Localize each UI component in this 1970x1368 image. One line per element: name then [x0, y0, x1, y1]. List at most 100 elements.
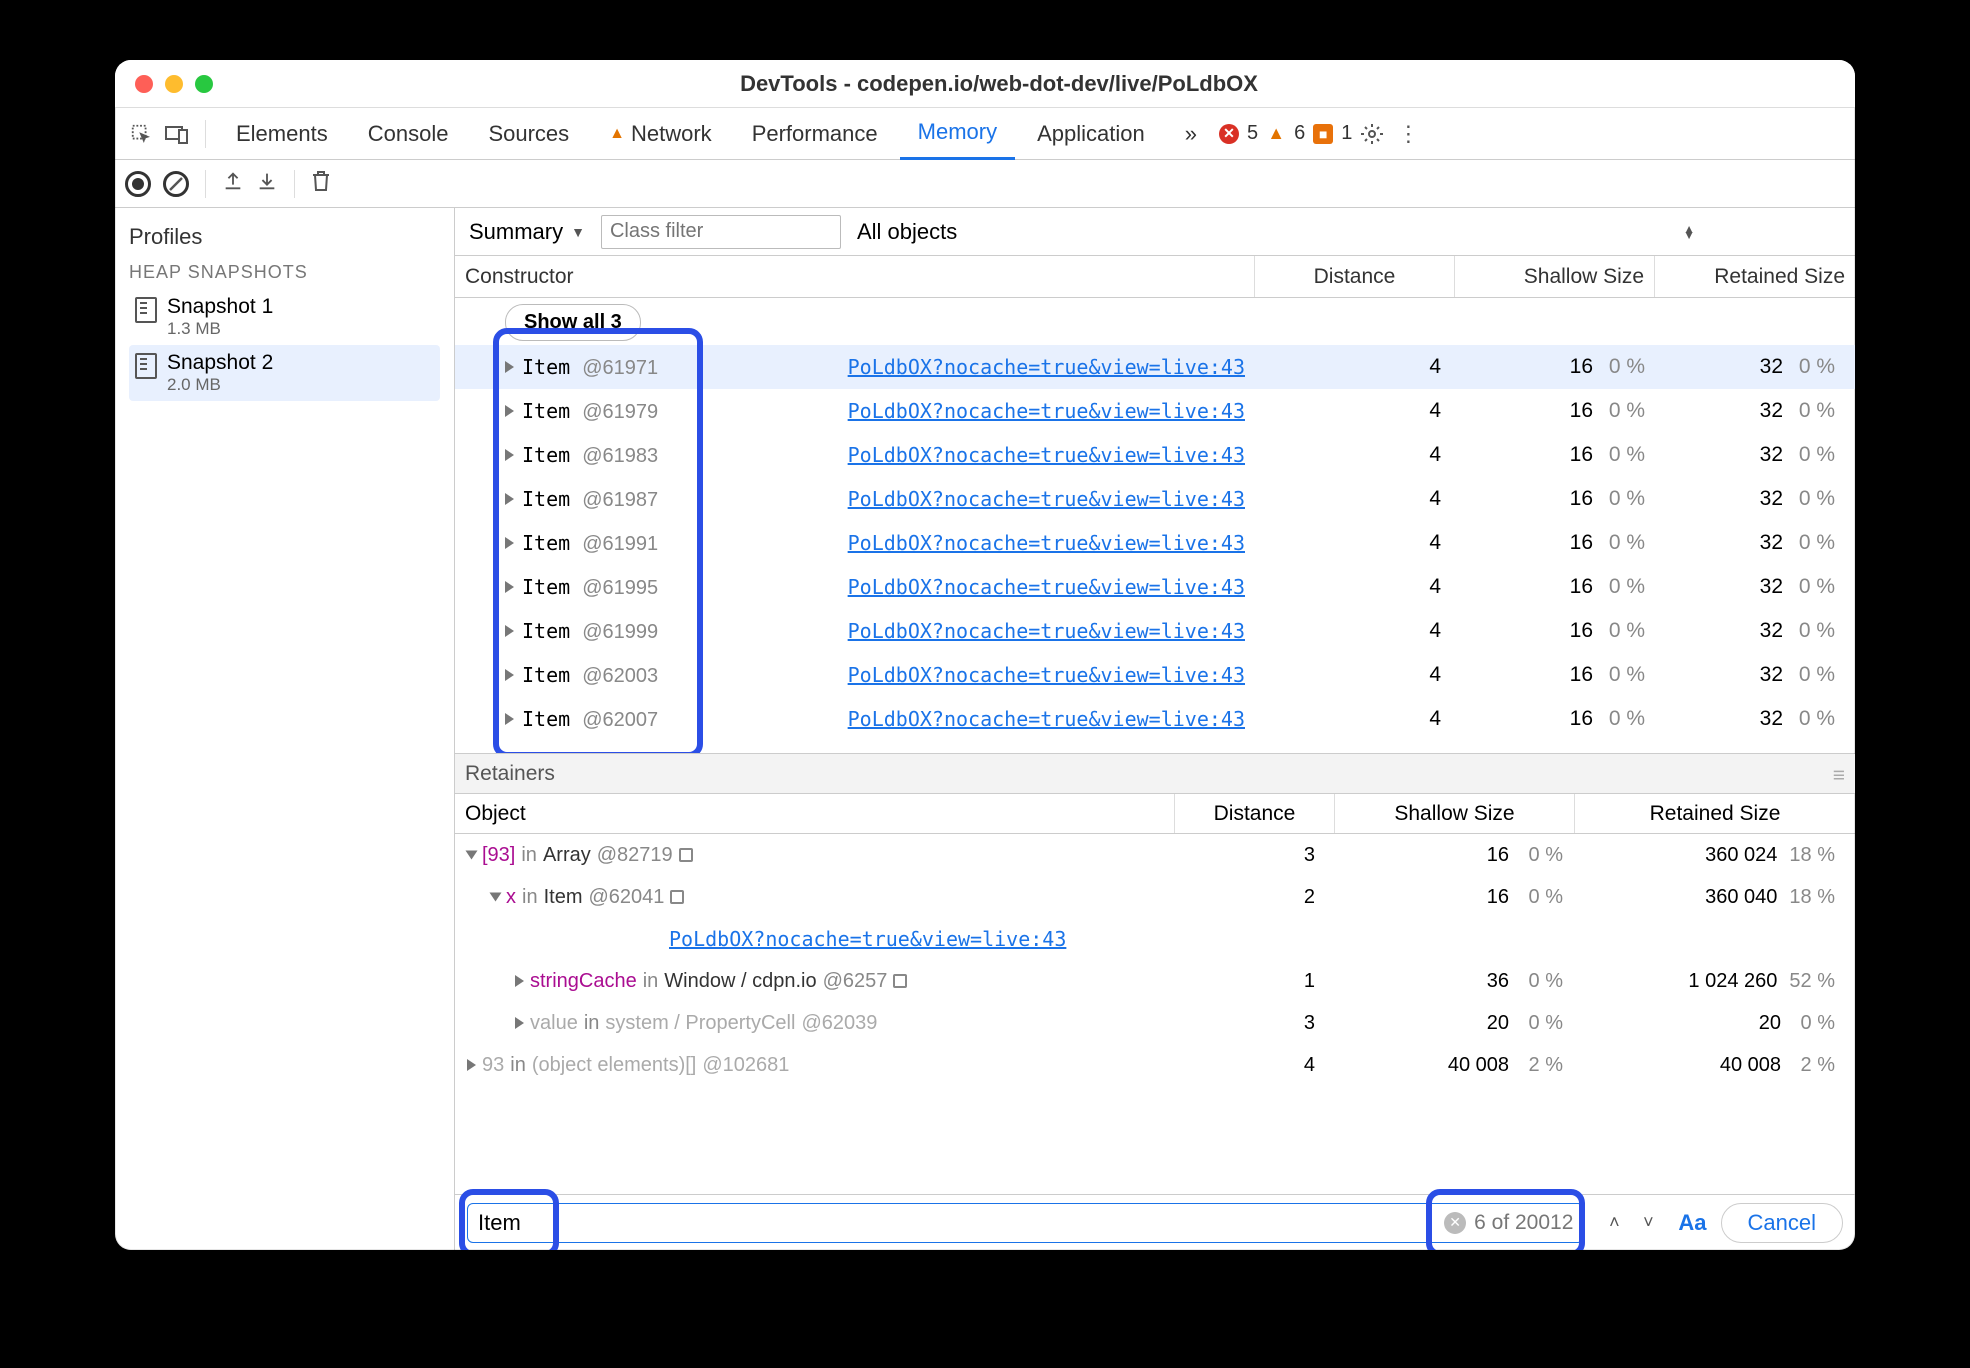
source-link[interactable]: PoLdbOX?nocache=true&view=live:43 [848, 663, 1255, 687]
scope-dropdown[interactable]: All objects [853, 217, 961, 247]
object-name: Item @62003 [522, 663, 658, 688]
search-cancel-button[interactable]: Cancel [1721, 1203, 1843, 1243]
clear-icon[interactable] [163, 171, 189, 197]
show-all-button[interactable]: Show all 3 [505, 304, 641, 341]
col-shallow[interactable]: Shallow Size [1455, 256, 1655, 297]
expand-icon[interactable] [515, 1017, 524, 1029]
r-col-distance[interactable]: Distance [1175, 794, 1335, 833]
record-icon[interactable] [125, 171, 151, 197]
table-row[interactable]: Item @61987 PoLdbOX?nocache=true&view=li… [455, 477, 1855, 521]
expand-icon[interactable] [467, 1059, 476, 1071]
snapshot-size: 2.0 MB [167, 375, 273, 395]
table-row[interactable]: Item @61999 PoLdbOX?nocache=true&view=li… [455, 609, 1855, 653]
retainer-row[interactable]: x in Item @62041 2 160 % 360 04018 % [455, 876, 1855, 918]
retainer-row[interactable]: 93 in (object elements)[] @102681 4 40 0… [455, 1044, 1855, 1086]
search-prev-button[interactable]: ˄ [1598, 1207, 1630, 1239]
tabs-overflow[interactable]: » [1167, 108, 1215, 160]
clear-search-icon[interactable]: ✕ [1444, 1212, 1466, 1234]
expand-icon[interactable] [505, 713, 514, 725]
tab-network[interactable]: ▲Network [591, 108, 730, 160]
source-link[interactable]: PoLdbOX?nocache=true&view=live:43 [669, 927, 1066, 951]
retainer-row[interactable]: [93] in Array @82719 3 160 % 360 02418 % [455, 834, 1855, 876]
expand-icon[interactable] [505, 449, 514, 461]
tab-elements[interactable]: Elements [218, 108, 346, 160]
snapshot-item[interactable]: Snapshot 2 2.0 MB [129, 345, 440, 401]
source-link[interactable]: PoLdbOX?nocache=true&view=live:43 [848, 399, 1255, 423]
snapshot-item[interactable]: Snapshot 1 1.3 MB [129, 289, 440, 345]
r-col-shallow[interactable]: Shallow Size [1335, 794, 1575, 833]
retainer-row[interactable]: stringCache in Window / cdpn.io @6257 1 … [455, 960, 1855, 1002]
source-link[interactable]: PoLdbOX?nocache=true&view=live:43 [848, 707, 1255, 731]
close-window-icon[interactable] [135, 75, 153, 93]
table-row[interactable]: Item @61983 PoLdbOX?nocache=true&view=li… [455, 433, 1855, 477]
tab-label: Sources [488, 121, 569, 147]
expand-icon[interactable] [505, 361, 514, 373]
more-icon[interactable]: ⋮ [1392, 118, 1424, 150]
search-input[interactable] [478, 1210, 1436, 1236]
source-link[interactable]: PoLdbOX?nocache=true&view=live:43 [848, 575, 1255, 599]
tab-sources[interactable]: Sources [470, 108, 587, 160]
settings-icon[interactable] [1356, 118, 1388, 150]
tab-performance[interactable]: Performance [734, 108, 896, 160]
table-row[interactable]: Item @62007 PoLdbOX?nocache=true&view=li… [455, 697, 1855, 741]
expand-icon[interactable] [505, 625, 514, 637]
device-toggle-icon[interactable] [161, 118, 193, 150]
class-filter-input[interactable] [601, 215, 841, 249]
table-row[interactable]: Item @62003 PoLdbOX?nocache=true&view=li… [455, 653, 1855, 697]
source-link[interactable]: PoLdbOX?nocache=true&view=live:43 [848, 443, 1255, 467]
table-row[interactable]: Item @61995 PoLdbOX?nocache=true&view=li… [455, 565, 1855, 609]
cell-retained: 20 [1759, 1012, 1781, 1035]
table-row[interactable]: Item @61971 PoLdbOX?nocache=true&view=li… [455, 345, 1855, 389]
col-retained[interactable]: Retained Size [1655, 256, 1855, 297]
retainer-row[interactable]: PoLdbOX?nocache=true&view=live:43 [455, 918, 1855, 960]
source-link[interactable]: PoLdbOX?nocache=true&view=live:43 [848, 619, 1255, 643]
tab-application[interactable]: Application [1019, 108, 1163, 160]
match-case-toggle[interactable]: Aa [1678, 1210, 1706, 1236]
table-row[interactable]: Item @61991 PoLdbOX?nocache=true&view=li… [455, 521, 1855, 565]
cell-shallow: 16 [1570, 663, 1593, 687]
col-constructor[interactable]: Constructor [455, 256, 1255, 297]
view-dropdown[interactable]: Summary ▼ [465, 217, 589, 247]
cell-retained: 360 024 [1705, 844, 1777, 867]
warning-icon[interactable]: ▲ [1266, 124, 1286, 144]
error-icon[interactable]: ✕ [1219, 124, 1239, 144]
expand-icon[interactable] [505, 493, 514, 505]
delete-icon[interactable] [311, 170, 331, 198]
source-link[interactable]: PoLdbOX?nocache=true&view=live:43 [848, 751, 1255, 753]
expand-icon[interactable] [466, 851, 478, 860]
col-distance[interactable]: Distance [1255, 256, 1455, 297]
expand-icon[interactable] [505, 537, 514, 549]
expand-icon[interactable] [515, 975, 524, 987]
source-link[interactable]: PoLdbOX?nocache=true&view=live:43 [848, 531, 1255, 555]
tab-console[interactable]: Console [350, 108, 467, 160]
object-name: Item @61991 [522, 531, 658, 556]
retainer-row[interactable]: value in system / PropertyCell @62039 3 … [455, 1002, 1855, 1044]
r-col-retained[interactable]: Retained Size [1575, 794, 1855, 833]
export-icon[interactable] [222, 170, 244, 198]
expand-icon[interactable] [505, 669, 514, 681]
inspect-icon[interactable] [125, 118, 157, 150]
tab-memory[interactable]: Memory [900, 108, 1015, 160]
zoom-window-icon[interactable] [195, 75, 213, 93]
issue-icon[interactable]: ■ [1313, 124, 1333, 144]
r-col-object[interactable]: Object [455, 794, 1175, 833]
object-name: Item @61995 [522, 575, 658, 600]
warning-count: 6 [1294, 122, 1305, 145]
cell-shallow: 40 008 [1448, 1054, 1509, 1077]
expand-icon[interactable] [505, 405, 514, 417]
table-row[interactable]: Item @62011 PoLdbOX?nocache=true&view=li… [455, 741, 1855, 753]
expand-icon[interactable] [490, 893, 502, 902]
source-link[interactable]: PoLdbOX?nocache=true&view=live:43 [848, 487, 1255, 511]
table-row[interactable]: Item @61979 PoLdbOX?nocache=true&view=li… [455, 389, 1855, 433]
cell-shallow-pct: 0 % [1603, 575, 1645, 599]
sort-icon[interactable]: ▲▼ [1683, 226, 1695, 238]
cell-distance: 4 [1255, 663, 1455, 687]
search-next-button[interactable]: ˅ [1632, 1207, 1664, 1239]
minimize-window-icon[interactable] [165, 75, 183, 93]
retainers-menu-icon[interactable]: ≡ [1833, 764, 1845, 788]
object-icon [893, 974, 907, 988]
source-link[interactable]: PoLdbOX?nocache=true&view=live:43 [848, 355, 1255, 379]
expand-icon[interactable] [505, 581, 514, 593]
import-icon[interactable] [256, 170, 278, 198]
cell-retained: 360 040 [1705, 886, 1777, 909]
